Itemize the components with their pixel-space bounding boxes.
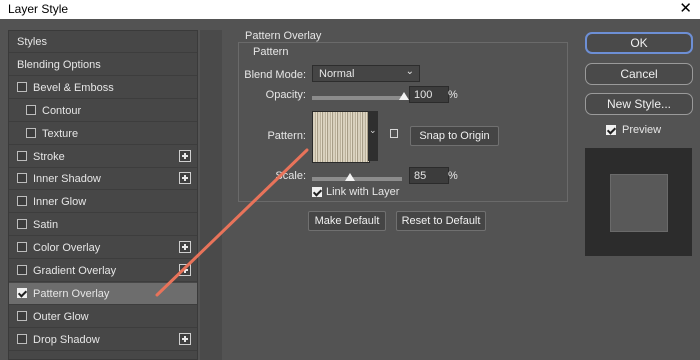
ok-button[interactable]: OK: [585, 32, 693, 54]
add-effect-icon[interactable]: [179, 332, 191, 345]
snap-to-origin-button[interactable]: Snap to Origin: [410, 126, 499, 146]
opacity-unit: %: [448, 89, 458, 101]
style-item-inner-glow[interactable]: Inner Glow: [9, 191, 197, 214]
style-checkbox[interactable]: [17, 265, 27, 275]
style-checkbox[interactable]: [26, 127, 36, 138]
style-item-blending-options[interactable]: Blending Options: [9, 54, 197, 76]
style-item-label: Bevel & Emboss: [33, 81, 114, 94]
scale-label: Scale:: [275, 170, 306, 182]
style-item-label: Outer Glow: [33, 310, 89, 323]
style-item-outer-glow[interactable]: Outer Glow: [9, 306, 197, 328]
scale-slider-thumb[interactable]: [345, 173, 356, 181]
new-preset-icon[interactable]: [390, 129, 398, 138]
style-item-contour[interactable]: Contour: [9, 100, 197, 122]
opacity-input[interactable]: 100: [409, 86, 449, 103]
group-title: Pattern Overlay: [245, 30, 322, 42]
opacity-slider-track[interactable]: [312, 96, 404, 100]
style-item-styles[interactable]: Styles: [9, 31, 197, 53]
add-effect-icon[interactable]: [179, 172, 191, 185]
scale-unit: %: [448, 170, 458, 182]
style-checkbox[interactable]: [17, 150, 27, 161]
style-checkbox[interactable]: [26, 104, 36, 115]
scale-slider-track[interactable]: [312, 177, 402, 181]
link-with-layer-label: Link with Layer: [326, 186, 400, 198]
new-style-button[interactable]: New Style...: [585, 93, 693, 115]
style-item-texture[interactable]: Texture: [9, 123, 197, 145]
styles-list: Styles Blending Options Bevel & Emboss Cont…: [8, 30, 198, 360]
style-item-label: Contour: [42, 104, 82, 117]
chevron-down-icon: ⌄: [369, 125, 377, 135]
blend-mode-select[interactable]: Normal ⌄: [312, 65, 420, 82]
scale-input[interactable]: 85: [409, 167, 449, 184]
style-item-label: Color Overlay: [33, 242, 101, 255]
style-item-stroke[interactable]: Stroke: [9, 146, 197, 168]
style-item-label: Styles: [17, 36, 47, 48]
style-item-color-overlay[interactable]: Color Overlay: [9, 237, 197, 260]
style-item-label: Stroke: [33, 150, 65, 163]
style-item-satin[interactable]: Satin: [9, 214, 197, 237]
style-item-label: Texture: [42, 127, 79, 140]
style-checkbox[interactable]: [17, 287, 27, 298]
title-bar: Layer Style ✕: [0, 0, 700, 19]
scale-value: 85: [414, 170, 427, 182]
style-item-inner-shadow[interactable]: Inner Shadow: [9, 168, 197, 191]
cancel-button[interactable]: Cancel: [585, 63, 693, 85]
panel-divider: [200, 30, 222, 360]
style-checkbox[interactable]: [17, 173, 27, 184]
reset-to-default-button[interactable]: Reset to Default: [396, 211, 486, 231]
window-title: Layer Style: [8, 2, 69, 16]
style-item-bevel-emboss[interactable]: Bevel & Emboss: [9, 77, 197, 99]
preview-label: Preview: [622, 124, 662, 136]
blend-mode-value: Normal: [319, 68, 355, 80]
style-checkbox[interactable]: [17, 242, 27, 253]
style-item-drop-shadow[interactable]: Drop Shadow: [9, 329, 197, 351]
opacity-slider-thumb[interactable]: [399, 92, 409, 100]
style-checkbox[interactable]: [17, 196, 27, 207]
pattern-swatch[interactable]: [312, 111, 370, 163]
style-item-label: Gradient Overlay: [33, 265, 117, 277]
style-checkbox[interactable]: [17, 81, 27, 92]
style-item-label: Drop Shadow: [33, 333, 100, 346]
style-item-label: Pattern Overlay: [33, 287, 110, 300]
add-effect-icon[interactable]: [179, 264, 191, 276]
blend-mode-label: Blend Mode:: [244, 69, 306, 81]
opacity-label: Opacity:: [265, 89, 306, 101]
pattern-label: Pattern:: [267, 130, 306, 142]
style-checkbox[interactable]: [17, 219, 27, 230]
style-item-label: Blending Options: [17, 58, 101, 71]
style-item-label: Satin: [33, 219, 59, 232]
pattern-picker-button[interactable]: ⌄: [368, 111, 378, 161]
opacity-value: 100: [414, 89, 433, 101]
style-item-pattern-overlay[interactable]: Pattern Overlay: [9, 282, 197, 305]
style-checkbox[interactable]: [17, 333, 27, 344]
add-effect-icon[interactable]: [179, 241, 191, 254]
link-with-layer-checkbox[interactable]: [312, 187, 322, 197]
pattern-subtitle: Pattern: [253, 46, 289, 58]
style-item-label: Inner Glow: [33, 196, 87, 209]
add-effect-icon[interactable]: [179, 149, 191, 162]
style-preview-swatch: [610, 174, 668, 232]
style-item-label: Inner Shadow: [33, 173, 101, 186]
style-checkbox[interactable]: [17, 310, 27, 321]
close-icon[interactable]: ✕: [679, 0, 692, 18]
chevron-down-icon: ⌄: [405, 66, 414, 77]
make-default-button[interactable]: Make Default: [308, 211, 386, 231]
style-item-gradient-overlay[interactable]: Gradient Overlay: [9, 260, 197, 282]
preview-checkbox[interactable]: [606, 125, 616, 135]
